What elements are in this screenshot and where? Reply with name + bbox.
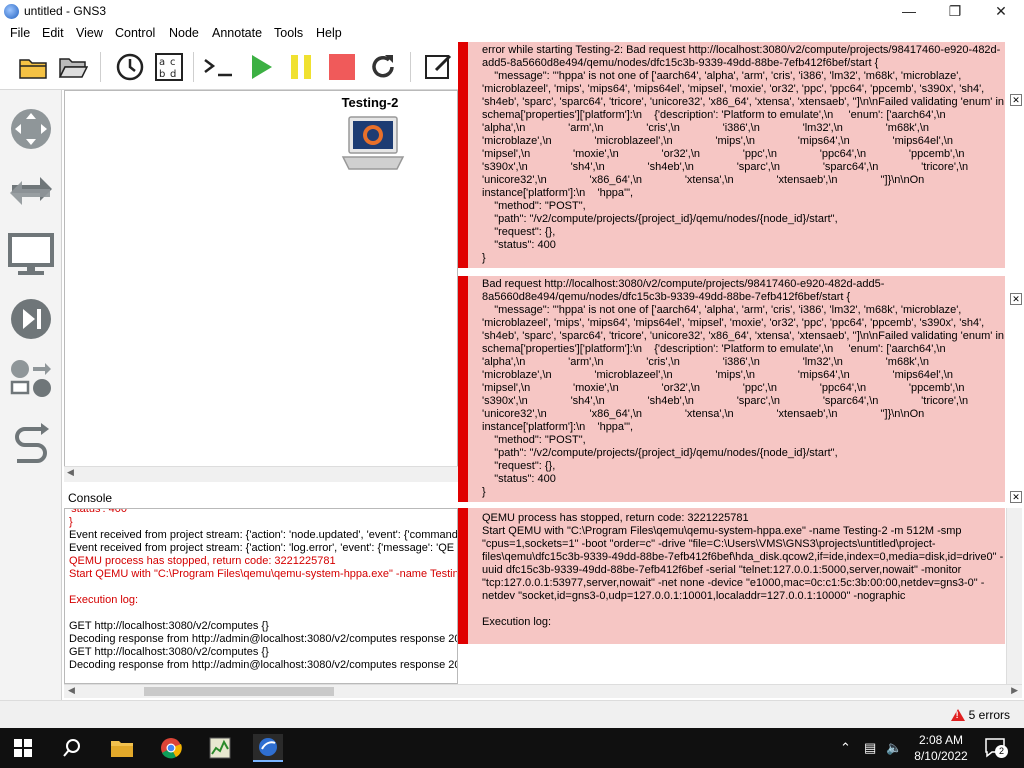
close-dock-icon[interactable]: ✕	[1010, 94, 1022, 106]
all-devices-icon[interactable]	[8, 356, 54, 402]
console-title: Console	[68, 491, 113, 505]
close-dock-icon[interactable]: ✕	[1010, 491, 1022, 503]
window-title: untitled - GNS3	[24, 4, 107, 18]
reload-all-icon[interactable]	[366, 50, 400, 84]
console-line: Start QEMU with "C:\Program Files\qemu\q…	[69, 568, 458, 580]
device-dock	[0, 90, 62, 700]
network-icon[interactable]: ▤	[864, 740, 876, 756]
error-count[interactable]: ! 5 errors	[950, 708, 1010, 722]
menu-node[interactable]: Node	[169, 26, 199, 40]
console-vertical-scrollbar[interactable]	[1006, 508, 1022, 684]
svg-text:b: b	[159, 69, 165, 80]
menu-help[interactable]: Help	[316, 26, 342, 40]
system-clock[interactable]: 2:08 AM 8/10/2022	[908, 732, 974, 764]
file-explorer-icon[interactable]	[107, 734, 137, 762]
console-panel[interactable]: 'status': 400} Event received from projec…	[64, 508, 458, 684]
switches-icon[interactable]	[8, 168, 54, 214]
clock-time: 2:08 AM	[918, 733, 964, 747]
error-notification[interactable]: Bad request http://localhost:3080/v2/com…	[458, 276, 1005, 502]
console-horizontal-scrollbar[interactable]: ◀ ▶	[64, 684, 1022, 698]
security-devices-icon[interactable]	[8, 296, 54, 342]
node-label: Testing-2	[341, 95, 399, 110]
console-line: Event received from project stream: {'ac…	[69, 529, 458, 541]
gns3-icon[interactable]	[253, 734, 283, 762]
menu-view[interactable]: View	[76, 26, 103, 40]
canvas-horizontal-scrollbar[interactable]: ◀	[64, 466, 458, 482]
menu-edit[interactable]: Edit	[42, 26, 64, 40]
suspend-all-icon[interactable]	[284, 50, 318, 84]
task-manager-icon[interactable]	[205, 734, 235, 762]
menu-annotate[interactable]: Annotate	[212, 26, 262, 40]
close-dock-icon[interactable]: ✕	[1010, 293, 1022, 305]
windows-taskbar: ⌃ ▤ 🔈 2:08 AM 8/10/2022 2	[0, 728, 1024, 768]
console-line: }	[69, 516, 73, 528]
menu-file[interactable]: File	[10, 26, 30, 40]
stop-all-icon[interactable]	[325, 50, 359, 84]
menu-control[interactable]: Control	[115, 26, 155, 40]
console-line: QEMU process has stopped, return code: 3…	[69, 555, 336, 567]
qemu-device-icon	[341, 115, 405, 176]
console-line: Decoding response from http://admin@loca…	[69, 633, 458, 645]
volume-icon[interactable]: 🔈	[886, 740, 902, 756]
node-testing-2[interactable]: Testing-2	[315, 95, 425, 175]
title-bar: untitled - GNS3 — ❐ ✕	[0, 0, 1024, 23]
svg-text:c: c	[170, 57, 176, 68]
menu-bar: File Edit View Control Node Annotate Too…	[0, 23, 1024, 43]
console-line: Execution log:	[69, 594, 139, 606]
notification-center-icon[interactable]: 2	[984, 737, 1008, 762]
svg-text:d: d	[170, 69, 176, 80]
add-link-icon[interactable]	[8, 420, 54, 466]
show-hidden-icons-icon[interactable]: ⌃	[840, 740, 851, 756]
warning-icon: !	[950, 709, 965, 721]
console-line: 'status': 400	[69, 508, 128, 515]
error-notification[interactable]: QEMU process has stopped, return code: 3…	[458, 508, 1005, 644]
search-icon[interactable]	[57, 734, 87, 762]
status-bar: ! 5 errors	[0, 700, 1024, 728]
console-line: GET http://localhost:3080/v2/computes {}	[69, 646, 269, 658]
snapshot-icon[interactable]	[113, 50, 147, 84]
minimize-icon[interactable]: —	[886, 0, 932, 23]
open-folder-icon[interactable]	[56, 50, 90, 84]
start-all-icon[interactable]	[244, 50, 278, 84]
error-count-label: 5 errors	[968, 708, 1010, 722]
svg-text:a: a	[159, 57, 165, 68]
maximize-icon[interactable]: ❐	[932, 0, 978, 23]
open-project-icon[interactable]	[16, 50, 50, 84]
add-note-icon[interactable]	[422, 50, 456, 84]
console-line: Decoding response from http://admin@loca…	[69, 659, 458, 671]
console-line: GET http://localhost:3080/v2/computes {}	[69, 620, 269, 632]
menu-tools[interactable]: Tools	[274, 26, 303, 40]
error-message: error while starting Testing-2: Bad requ…	[482, 44, 1005, 264]
topology-canvas[interactable]: Testing-2	[64, 90, 458, 482]
clock-date: 8/10/2022	[914, 749, 968, 763]
routers-icon[interactable]	[8, 106, 54, 152]
console-all-icon[interactable]	[202, 50, 236, 84]
error-message: QEMU process has stopped, return code: 3…	[482, 512, 1004, 628]
toolbar: acbd	[0, 44, 460, 90]
console-line: Event received from project stream: {'ac…	[69, 542, 455, 554]
windows-start-icon[interactable]	[8, 734, 38, 762]
show-interface-labels-icon[interactable]: acbd	[152, 50, 186, 84]
end-devices-icon[interactable]	[8, 232, 54, 278]
scrollbar-thumb[interactable]	[144, 687, 334, 696]
error-notification[interactable]: error while starting Testing-2: Bad requ…	[458, 42, 1005, 268]
gns3-app-icon	[4, 4, 19, 19]
close-icon[interactable]: ✕	[978, 0, 1024, 23]
error-message: Bad request http://localhost:3080/v2/com…	[482, 278, 1005, 498]
notification-badge: 2	[995, 745, 1008, 758]
chrome-icon[interactable]	[156, 734, 186, 762]
